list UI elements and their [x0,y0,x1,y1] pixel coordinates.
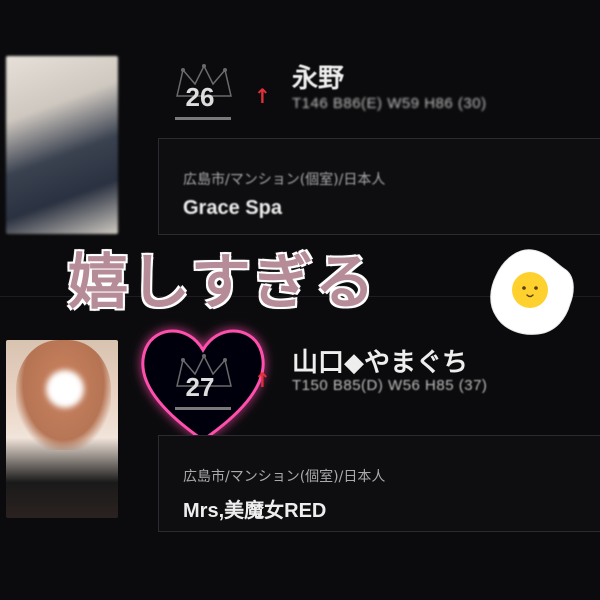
area-label: 広島市/マンション(個室)/日本人 [183,172,386,188]
rank-number: 27 [185,372,215,402]
face-cover-sticker [46,370,84,408]
area-label: 広島市/マンション(個室)/日本人 [183,469,386,485]
up-arrow-icon: ↑ [254,368,271,392]
up-arrow-icon: ↑ [254,84,271,108]
entry-spec: T146 B86(E) W59 H86 (30) [292,95,487,112]
rank-number: 26 [185,82,215,112]
entry-name[interactable]: 永野 [292,58,344,95]
entry-photo[interactable] [6,56,118,234]
entry-spec: T150 B85(D) W56 H85 (37) [292,377,488,394]
shop-name[interactable]: Grace Spa [183,197,282,220]
entry-photo[interactable] [6,340,118,518]
caption-overlay: 嬉しすぎる [68,248,377,318]
rank-underline [175,407,231,410]
shop-info-box[interactable]: 広島市/マンション(個室)/日本人 Grace Spa [158,138,600,235]
rank-underline [175,117,231,120]
shop-info-box[interactable]: 広島市/マンション(個室)/日本人 Mrs,美魔女RED [158,435,600,532]
shop-name[interactable]: Mrs,美魔女RED [183,494,326,523]
rank-badge: 27 [165,352,251,422]
entry-name[interactable]: 山口◆やまぐち [292,342,468,379]
ranking-screen: 26 ↑ 永野 T146 B86(E) W59 H86 (30) 広島市/マンシ… [0,0,600,600]
fried-egg-sticker-icon [490,249,574,335]
rank-badge: 26 [165,62,251,132]
